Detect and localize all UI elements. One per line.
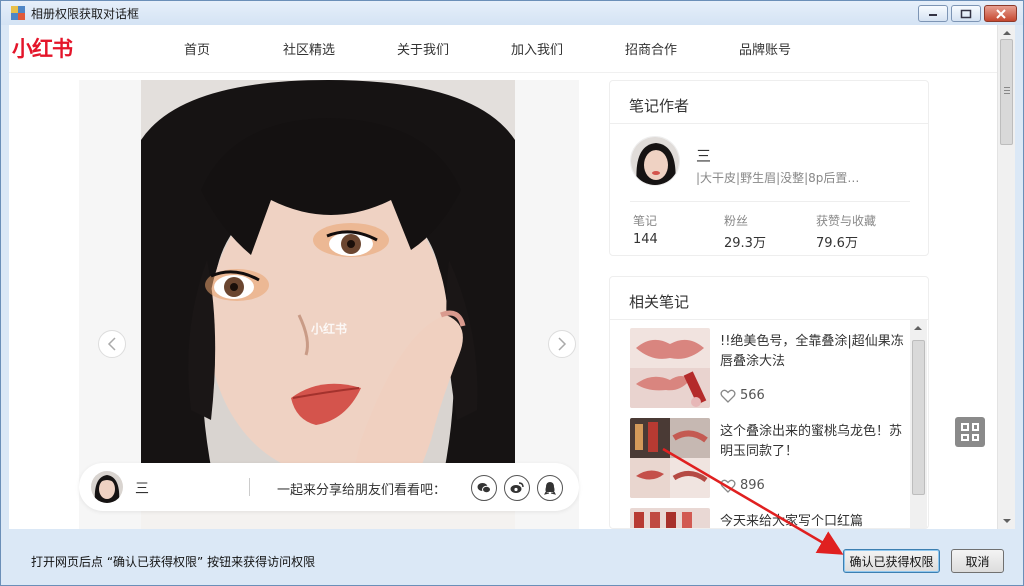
author-avatar-image [631,137,679,185]
share-bar: 三 一起来分享给朋友们看看吧： [79,463,579,511]
nav-community[interactable]: 社区精选 [283,39,335,58]
instruction-text: 打开网页后点 “确认已获得权限” 按钮来获得访问权限 [31,555,316,569]
related-notes-list: !!绝美色号，全靠叠涂|超仙果冻唇叠涂大法 566 这个叠涂出来的蜜桃乌龙色！苏… [610,320,910,528]
stat-value: 79.6万 [816,236,858,251]
author-description: |大干皮|野生眉|没整|8p后置… [696,171,860,185]
web-page: 小红书 首页 社区精选 关于我们 加入我们 招商合作 品牌账号 小红书 三 一起… [9,25,997,529]
note-title[interactable]: 这个叠涂出来的蜜桃乌龙色！苏明玉同款了！ [720,422,910,462]
wechat-icon [477,483,491,494]
heart-icon[interactable] [720,479,736,493]
page-scrollbar[interactable] [997,25,1015,529]
note-thumbnail[interactable] [630,508,710,528]
author-card-title: 笔记作者 [629,97,690,115]
note-photo-area: 小红书 三 一起来分享给朋友们看看吧： [79,80,579,529]
list-item[interactable]: 今天来给大家写个口红篇 [630,508,910,528]
stat-label: 笔记 [633,214,658,228]
stat-value: 144 [633,232,658,247]
dialog-footer: 打开网页后点 “确认已获得权限” 按钮来获得访问权限 确认已获得权限 取消 [1,529,1023,585]
nav-home[interactable]: 首页 [184,39,210,58]
stat-label: 获赞与收藏 [816,214,877,228]
avatar[interactable] [91,471,123,503]
author-card: 笔记作者 三 |大干皮|野生眉|没整|8p后置… 笔记 144 粉丝 29.3万… [609,80,929,256]
list-item[interactable]: !!绝美色号，全靠叠涂|超仙果冻唇叠涂大法 566 [630,328,910,418]
avatar-image [91,471,123,503]
note-thumbnail[interactable] [630,418,710,498]
site-header: 小红书 首页 社区精选 关于我们 加入我们 招商合作 品牌账号 [9,25,997,73]
web-viewport: 小红书 首页 社区精选 关于我们 加入我们 招商合作 品牌账号 小红书 三 一起… [9,25,1015,529]
lipstick-thumbnail-image [630,418,710,498]
scrollbar-thumb[interactable] [912,340,925,495]
chevron-left-icon [107,337,116,351]
related-card-title: 相关笔记 [629,293,690,311]
maximize-icon [960,9,972,18]
likes-count: 896 [720,478,765,493]
likes-value: 566 [740,388,765,403]
stat-label: 粉丝 [724,214,749,228]
scroll-up-arrow-icon[interactable] [914,326,922,330]
note-thumbnail[interactable] [630,328,710,408]
scroll-up-arrow-icon[interactable] [1003,31,1011,35]
qr-code-icon [961,423,969,431]
site-logo[interactable]: 小红书 [12,33,73,63]
weibo-share-button[interactable] [504,475,530,501]
stat-notes: 笔记 144 [633,212,658,247]
share-prompt: 一起来分享给朋友们看看吧： [277,483,447,498]
window-title: 相册权限获取对话框 [31,7,140,21]
qq-icon [544,482,556,495]
title-bar: 相册权限获取对话框 [1,1,1023,25]
minimize-button[interactable] [918,5,948,22]
scroll-down-arrow-icon[interactable] [1003,519,1011,523]
photo-watermark: 小红书 [311,321,347,336]
share-user-name: 三 [135,481,149,497]
related-scrollbar[interactable] [910,320,927,528]
lipstick-set-thumbnail-image [630,508,710,528]
maximize-button[interactable] [951,5,981,22]
list-item[interactable]: 这个叠涂出来的蜜桃乌龙色！苏明玉同款了！ 896 [630,418,910,508]
note-photo[interactable]: 小红书 [141,80,515,529]
chevron-right-icon [558,337,567,351]
author-name[interactable]: 三 [696,145,711,166]
close-button[interactable] [984,5,1017,22]
related-notes-card: 相关笔记 !!绝美色号，全靠叠涂|超仙果冻唇叠涂大法 566 这个叠涂出来的蜜桃… [609,276,929,529]
cancel-button[interactable]: 取消 [951,549,1004,573]
dialog-window: 相册权限获取对话框 小红书 首页 社区精选 关于我们 加入我们 招商合作 品牌账… [0,0,1024,586]
stat-value: 29.3万 [724,236,766,251]
scrollbar-thumb[interactable] [1000,39,1013,145]
app-icon [11,6,25,20]
divider [630,201,910,202]
qq-share-button[interactable] [537,475,563,501]
minimize-icon [929,13,937,16]
divider [610,123,928,124]
nav-business[interactable]: 招商合作 [625,39,677,58]
carousel-prev-button[interactable] [98,330,126,358]
nav-brand[interactable]: 品牌账号 [739,39,791,58]
note-title[interactable]: !!绝美色号，全靠叠涂|超仙果冻唇叠涂大法 [720,332,910,372]
wechat-share-button[interactable] [471,475,497,501]
close-icon [995,8,1006,19]
carousel-next-button[interactable] [548,330,576,358]
author-avatar[interactable] [630,136,680,186]
share-divider [249,478,250,496]
note-title[interactable]: 今天来给大家写个口红篇 [720,512,910,528]
likes-value: 896 [740,478,765,493]
stat-followers: 粉丝 29.3万 [724,212,766,251]
likes-count: 566 [720,388,765,403]
nav-join[interactable]: 加入我们 [511,39,563,58]
heart-icon[interactable] [720,389,736,403]
qr-code-button[interactable] [955,417,985,447]
stat-likes: 获赞与收藏 79.6万 [816,212,876,251]
lips-thumbnail-image [630,328,710,408]
confirm-permission-button[interactable]: 确认已获得权限 [843,549,940,573]
weibo-icon [510,482,524,493]
nav-about[interactable]: 关于我们 [397,39,449,58]
portrait-image: 小红书 [141,80,515,529]
